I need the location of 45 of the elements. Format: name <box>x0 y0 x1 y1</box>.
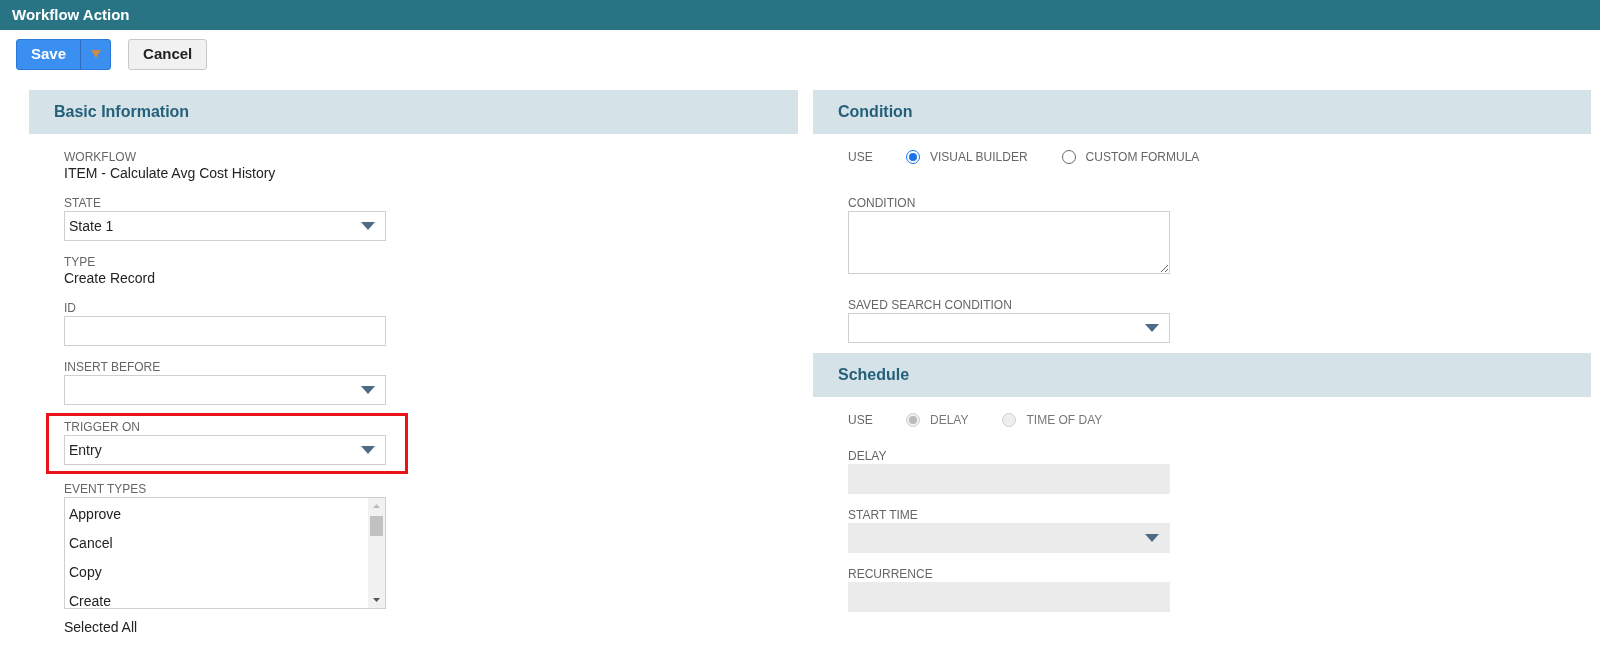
dropdown-field[interactable] <box>64 375 386 405</box>
dropdown-caret-icon <box>361 386 375 394</box>
list-item[interactable]: Cancel <box>69 529 368 558</box>
caret-icon <box>90 50 101 58</box>
field-label: USE <box>848 412 874 429</box>
text-area[interactable] <box>848 211 1170 274</box>
radio-label: TIME OF DAY <box>1026 412 1103 429</box>
field-label: INSERT BEFORE <box>64 360 162 374</box>
dropdown-caret-icon <box>361 446 375 454</box>
field-label: DELAY <box>848 449 888 463</box>
dropdown-field[interactable] <box>848 313 1170 343</box>
list-item[interactable]: Approve <box>69 500 368 529</box>
dropdown-caret-icon <box>361 222 375 230</box>
field-label: STATE <box>64 196 102 210</box>
field-label: START TIME <box>848 508 919 522</box>
dropdown-field[interactable]: Entry <box>64 435 386 465</box>
field-label: EVENT TYPES <box>64 482 148 496</box>
radio-label: VISUAL BUILDER <box>930 149 1028 166</box>
field-value: ITEM - Calculate Avg Cost History <box>64 165 277 182</box>
text-field[interactable] <box>64 316 386 346</box>
dropdown-caret-icon <box>1145 534 1159 542</box>
field-label: WORKFLOW <box>64 150 137 164</box>
section-title: Condition <box>838 102 913 122</box>
list-item[interactable]: Copy <box>69 558 368 587</box>
list-footer: Selected All <box>64 617 798 638</box>
field-label: TYPE <box>64 255 97 269</box>
dropdown-field[interactable]: State 1 <box>64 211 386 241</box>
cancel-button[interactable]: Cancel <box>128 38 208 70</box>
field-label: SAVED SEARCH CONDITION <box>848 298 1013 312</box>
field-label: CONDITION <box>848 196 917 210</box>
section-title: Basic Information <box>54 102 190 122</box>
radio-button[interactable] <box>1061 150 1076 164</box>
field-label: ID <box>64 301 77 315</box>
field-label: USE <box>848 149 874 166</box>
scrollbar-icon <box>368 498 385 608</box>
radio-button[interactable] <box>906 150 920 164</box>
field-label: TRIGGER ON <box>64 420 141 434</box>
radio-label: CUSTOM FORMULA <box>1085 149 1200 166</box>
section-title: Schedule <box>838 365 910 385</box>
field-label: RECURRENCE <box>848 567 934 581</box>
radio-label: DELAY <box>930 412 969 429</box>
window-title: Workflow Action <box>12 4 130 25</box>
list-box[interactable]: Approve Cancel Copy Create <box>64 497 386 609</box>
dropdown-caret-icon <box>1145 324 1159 332</box>
field-value: Create Record <box>64 270 157 287</box>
